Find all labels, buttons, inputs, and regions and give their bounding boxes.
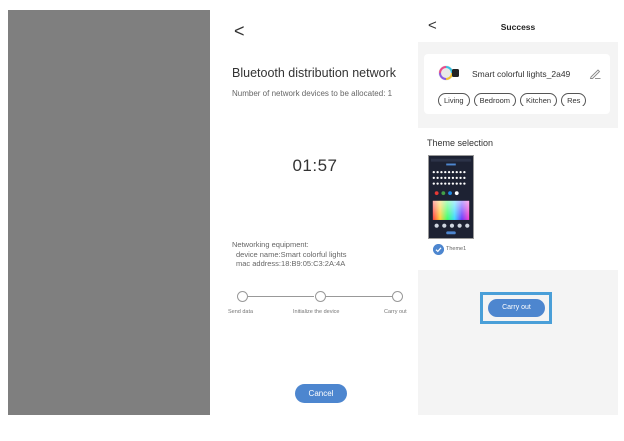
progress-line	[326, 296, 392, 297]
step-label-carry-out: Carry out	[384, 309, 407, 315]
edit-pencil-icon[interactable]	[589, 67, 601, 79]
networking-equipment-info: Networking equipment: device name:Smart …	[232, 240, 346, 269]
header-bar: < Success	[418, 10, 618, 42]
success-screen: < Success Smart colorful lights_2a49 Liv…	[418, 10, 618, 415]
step-label-initialize: Initialize the device	[293, 309, 340, 315]
step-initialize-circle	[315, 291, 326, 302]
step-send-data-circle	[237, 291, 248, 302]
device-name: Smart colorful lights_2a49	[472, 69, 571, 79]
theme-thumbnail[interactable]	[428, 155, 474, 239]
bluetooth-network-screen: < Bluetooth distribution network Number …	[218, 10, 412, 415]
bulb-icon	[438, 65, 459, 81]
room-tags: Living Bedroom Kitchen Res	[438, 90, 602, 106]
equipment-mac-address: mac address:18:B9:05:C3:2A:4A	[236, 259, 346, 268]
equipment-device-name: device name:Smart colorful lights	[236, 249, 347, 259]
devices-count-text: Number of network devices to be allocate…	[232, 89, 393, 98]
theme-name: Theme1	[446, 246, 467, 252]
carry-out-highlight: Carry out	[480, 292, 552, 324]
countdown-timer: 01:57	[292, 156, 338, 175]
theme-heading: Theme selection	[427, 138, 494, 148]
blank-left-panel	[8, 10, 210, 415]
checkmark-icon	[433, 244, 444, 255]
progress-line	[248, 296, 314, 297]
room-tag-kitchen[interactable]: Kitchen	[520, 93, 558, 106]
equipment-heading: Networking equipment:	[232, 240, 309, 249]
room-tag-res[interactable]: Res	[561, 93, 587, 106]
step-carry-out-circle	[392, 291, 403, 302]
device-card: Smart colorful lights_2a49 Living Bedroom…	[424, 54, 610, 114]
page-title: Bluetooth distribution network	[232, 66, 396, 80]
carry-out-button[interactable]: Carry out	[488, 299, 545, 317]
cancel-button[interactable]: Cancel	[295, 384, 347, 403]
back-arrow-icon[interactable]: <	[234, 22, 245, 40]
room-tag-bedroom[interactable]: Bedroom	[473, 93, 517, 106]
theme-section: Theme selection Theme1	[418, 128, 618, 270]
page-title: Success	[500, 22, 536, 32]
room-tag-living[interactable]: Living	[438, 93, 470, 106]
step-label-send-data: Send data	[228, 309, 254, 315]
